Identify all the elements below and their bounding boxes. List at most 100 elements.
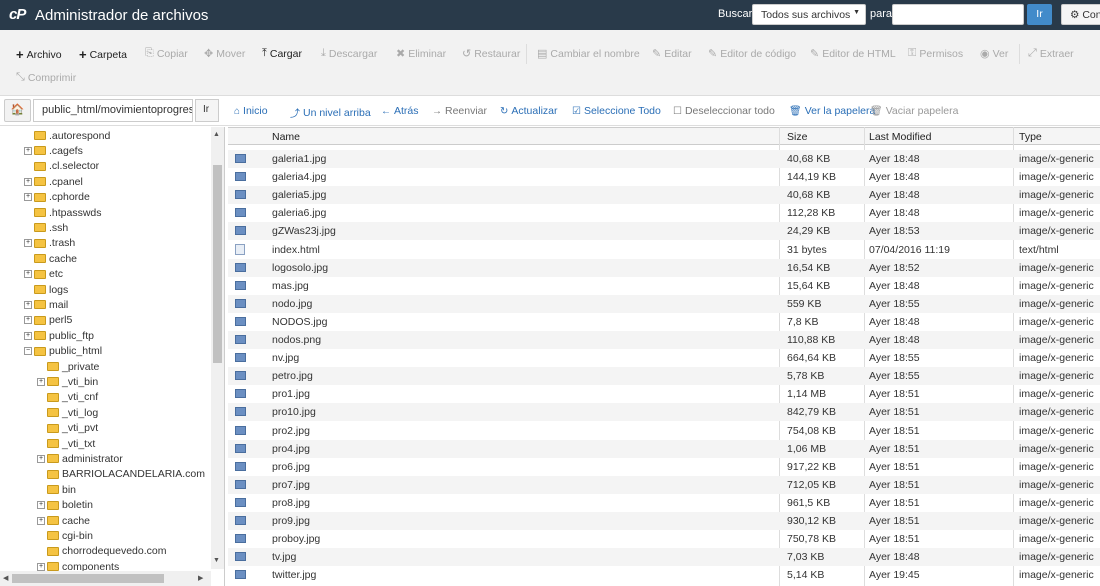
table-row[interactable]: pro9.jpg 930,12 KB Ayer 18:51 image/x-gener… — [228, 512, 1100, 530]
tree-horizontal-scrollbar[interactable]: ◀ ▶ — [0, 571, 211, 586]
table-row[interactable]: pro6.jpg 917,22 KB Ayer 18:51 image/x-gener… — [228, 458, 1100, 476]
restore-button[interactable]: ↺ Restaurar — [462, 47, 520, 61]
extract-button[interactable]: ⤢ Extraer — [1028, 47, 1074, 60]
tree-item[interactable]: _private — [37, 359, 99, 374]
compress-button[interactable]: ⤡ Comprimir — [16, 71, 76, 84]
table-row[interactable]: index.html 31 bytes 07/04/2016 11:19 text/h… — [228, 241, 1100, 259]
settings-button[interactable]: ⚙ Configuración — [1061, 4, 1100, 25]
expand-icon[interactable]: + — [24, 146, 32, 155]
delete-button[interactable]: ✖ Eliminar — [396, 47, 446, 61]
nav-select-all-button[interactable]: ☑ Seleccione Todo — [572, 105, 661, 117]
tree-item[interactable]: .htpasswds — [24, 205, 102, 220]
tree-item[interactable]: − public_html — [24, 344, 102, 359]
tree-item[interactable]: + .cpanel — [24, 174, 83, 189]
tree-item[interactable]: BARRIOLACANDELARIA.com — [37, 467, 205, 482]
table-row[interactable]: nodos.png 110,88 KB Ayer 18:48 image/x-gene… — [228, 331, 1100, 349]
tree-item[interactable]: cgi-bin — [37, 528, 93, 543]
expand-icon[interactable]: + — [37, 454, 45, 463]
expand-icon[interactable]: + — [24, 316, 32, 325]
nav-reload-button[interactable]: ↻ Actualizar — [500, 105, 558, 117]
code-editor-button[interactable]: ✎ Editor de código — [708, 47, 796, 61]
collapse-icon[interactable]: − — [24, 347, 32, 356]
expand-icon[interactable]: + — [37, 516, 45, 525]
nav-view-trash-button[interactable]: 🗑 Ver la papelera — [789, 105, 875, 117]
table-row[interactable]: gZWas23j.jpg 24,29 KB Ayer 18:53 image/x-ge… — [228, 222, 1100, 241]
table-row[interactable]: pro8.jpg 961,5 KB Ayer 18:51 image/x-generi… — [228, 494, 1100, 512]
tree-item[interactable]: _vti_cnf — [37, 390, 98, 405]
upload-button[interactable]: ⤒ Cargar — [262, 47, 302, 60]
download-button[interactable]: ⤓ Descargar — [321, 47, 377, 60]
tree-item[interactable]: _vti_log — [37, 405, 98, 420]
expand-icon[interactable]: + — [37, 501, 45, 510]
nav-empty-trash-button[interactable]: 🗑 Vaciar papelera — [870, 105, 958, 117]
folder-button[interactable]: + Carpeta — [79, 47, 127, 62]
edit-button[interactable]: ✎ Editar — [652, 47, 692, 61]
tree-item[interactable]: .cl.selector — [24, 159, 99, 174]
table-row[interactable]: nv.jpg 664,64 KB Ayer 18:55 image/x-generic — [228, 349, 1100, 367]
table-row[interactable]: pro4.jpg 1,06 MB Ayer 18:51 image/x-generic — [228, 439, 1100, 458]
search-go-button[interactable]: Ir — [1027, 4, 1052, 25]
table-row[interactable]: twitter.jpg 5,14 KB Ayer 19:45 image/x-gene… — [228, 566, 1100, 584]
search-input[interactable] — [892, 4, 1024, 25]
table-row[interactable]: pro1.jpg 1,14 MB Ayer 18:51 image/x-generic — [228, 385, 1100, 403]
home-button[interactable]: 🏠 — [4, 99, 31, 122]
tree-item[interactable]: + .cphorde — [24, 190, 90, 205]
expand-icon[interactable]: + — [37, 562, 45, 571]
table-row[interactable]: logosolo.jpg 16,54 KB Ayer 18:52 image/x-ge… — [228, 258, 1100, 277]
expand-icon[interactable]: + — [24, 193, 32, 202]
table-row[interactable]: proboy.jpg 750,78 KB Ayer 18:51 image/x-gen… — [228, 530, 1100, 548]
column-header-type[interactable]: Type — [1019, 131, 1042, 143]
expand-icon[interactable]: + — [24, 177, 32, 186]
search-scope-select[interactable]: Todos sus archivos ▼ — [752, 4, 866, 25]
table-row[interactable]: pro7.jpg 712,05 KB Ayer 18:51 image/x-gener… — [228, 475, 1100, 494]
cpanel-logo[interactable]: cP — [9, 6, 31, 24]
nav-unselect-all-button[interactable]: ☐ Deseleccionar todo — [673, 105, 775, 117]
tree-item[interactable]: + perl5 — [24, 313, 72, 328]
tree-item[interactable]: cache — [24, 251, 77, 266]
scroll-left-icon[interactable]: ◀ — [3, 574, 8, 582]
tree-item[interactable]: + .trash — [24, 236, 75, 251]
table-row[interactable]: tv.jpg 7,03 KB Ayer 18:48 image/x-generic — [228, 548, 1100, 567]
tree-item[interactable]: + .cagefs — [24, 143, 83, 158]
tree-item[interactable]: .ssh — [24, 220, 68, 235]
nav-up-one-level-button[interactable]: ⤴ Un nivel arriba — [290, 105, 371, 121]
column-header-size[interactable]: Size — [787, 131, 807, 143]
expand-icon[interactable]: + — [24, 300, 32, 309]
view-button[interactable]: ◉ Ver — [980, 47, 1008, 61]
tree-item[interactable]: + administrator — [37, 451, 123, 466]
table-row[interactable]: petro.jpg 5,78 KB Ayer 18:55 image/x-generi… — [228, 367, 1100, 386]
table-row[interactable]: pro10.jpg 842,79 KB Ayer 18:51 image/x-gene… — [228, 403, 1100, 422]
nav-forward-button[interactable]: → Reenviar — [432, 105, 487, 117]
table-row[interactable]: galeria6.jpg 112,28 KB Ayer 18:48 image/x-g… — [228, 204, 1100, 222]
tree-item[interactable]: _vti_pvt — [37, 421, 98, 436]
tree-item[interactable]: logs — [24, 282, 68, 297]
expand-icon[interactable]: + — [37, 377, 45, 386]
tree-item[interactable]: _vti_txt — [37, 436, 95, 451]
scroll-right-icon[interactable]: ▶ — [198, 574, 203, 582]
tree-item[interactable]: + etc — [24, 267, 63, 282]
tree-item[interactable]: chorrodequevedo.com — [37, 544, 166, 559]
nav-back-button[interactable]: ← Atrás — [381, 105, 419, 117]
table-row[interactable]: galeria5.jpg 40,68 KB Ayer 18:48 image/x-ge… — [228, 186, 1100, 205]
table-row[interactable]: galeria4.jpg 144,19 KB Ayer 18:48 image/x-g… — [228, 168, 1100, 186]
scroll-thumb[interactable] — [213, 165, 222, 363]
table-row[interactable]: nodo.jpg 559 KB Ayer 18:55 image/x-generic — [228, 294, 1100, 313]
column-header-name[interactable]: Name — [272, 131, 300, 143]
permissions-button[interactable]: ⚿ Permisos — [908, 47, 963, 60]
tree-vertical-scrollbar[interactable]: ▲ ▼ — [211, 127, 224, 569]
file-button[interactable]: + Archivo — [16, 47, 62, 62]
scroll-up-icon[interactable]: ▲ — [213, 131, 220, 138]
tree-item[interactable]: + cache — [37, 513, 90, 528]
tree-item[interactable]: .autorespond — [24, 128, 110, 143]
nav-home-button[interactable]: ⌂ Inicio — [234, 105, 268, 117]
tree-item[interactable]: + boletin — [37, 498, 93, 513]
table-row[interactable]: mas.jpg 15,64 KB Ayer 18:48 image/x-generic — [228, 277, 1100, 295]
copy-button[interactable]: ⎘ Copiar — [145, 47, 188, 60]
scroll-thumb[interactable] — [12, 574, 164, 583]
table-row[interactable]: NODOS.jpg 7,8 KB Ayer 18:48 image/x-generic — [228, 313, 1100, 331]
tree-item[interactable]: + _vti_bin — [37, 374, 98, 389]
column-header-modified[interactable]: Last Modified — [869, 131, 931, 143]
move-button[interactable]: ✥ Mover — [204, 47, 245, 61]
table-row[interactable]: pro2.jpg 754,08 KB Ayer 18:51 image/x-gener… — [228, 422, 1100, 440]
scroll-down-icon[interactable]: ▼ — [213, 557, 220, 564]
